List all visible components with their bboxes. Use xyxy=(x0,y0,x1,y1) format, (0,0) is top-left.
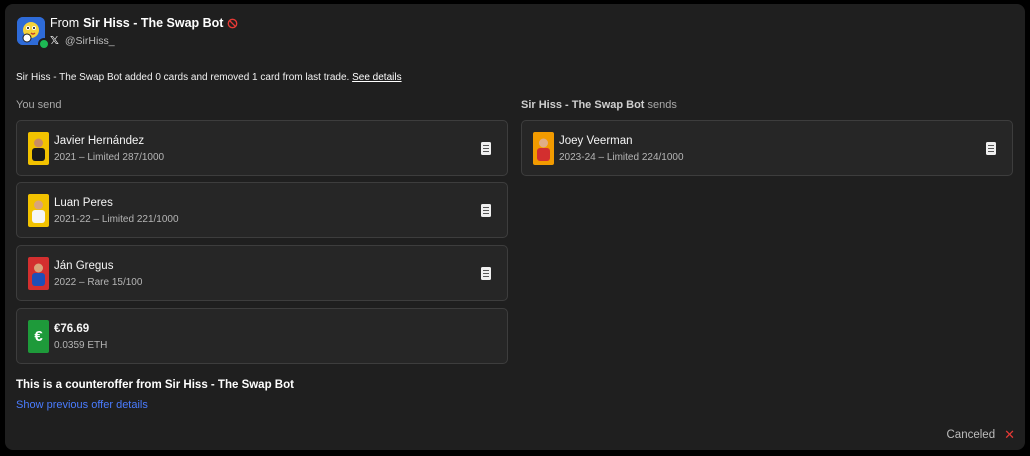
they-send-heading: Sir Hiss - The Swap Bot sends xyxy=(521,99,677,111)
sender-handle-line: 𝕏 @SirHiss_ xyxy=(50,34,115,48)
see-details-link[interactable]: See details xyxy=(352,72,401,83)
document-icon[interactable] xyxy=(481,204,491,217)
currency-amount: €76.69 xyxy=(54,323,90,335)
trade-offer-panel: From Sir Hiss - The Swap Bot 𝕏 @SirHiss_… xyxy=(5,4,1025,450)
counteroffer-title: This is a counteroffer from Sir Hiss - T… xyxy=(16,379,294,391)
player-card-thumbnail xyxy=(28,257,49,290)
player-card-thumbnail xyxy=(28,132,49,165)
player-card-thumbnail xyxy=(28,194,49,227)
card-detail: 2022 – Rare 15/100 xyxy=(54,277,143,288)
send-card-3[interactable]: Ján Gregus 2022 – Rare 15/100 xyxy=(16,245,508,301)
they-send-name: Sir Hiss - The Swap Bot xyxy=(521,99,645,111)
card-player-name: Luan Peres xyxy=(54,197,113,209)
close-icon[interactable]: ✕ xyxy=(1004,428,1015,441)
player-card-thumbnail xyxy=(533,132,554,165)
send-card-2[interactable]: Luan Peres 2021-22 – Limited 221/1000 xyxy=(16,182,508,238)
from-prefix: From xyxy=(50,16,80,30)
card-player-name: Joey Veerman xyxy=(559,135,633,147)
card-detail: 2021-22 – Limited 221/1000 xyxy=(54,214,179,225)
trade-change-notice: Sir Hiss - The Swap Bot added 0 cards an… xyxy=(16,72,402,83)
euro-icon: € xyxy=(28,320,49,353)
sender-line: From Sir Hiss - The Swap Bot xyxy=(50,16,238,30)
x-logo-icon: 𝕏 xyxy=(50,35,59,47)
card-player-name: Javier Hernández xyxy=(54,135,145,147)
document-icon[interactable] xyxy=(986,142,996,155)
offer-status: Canceled ✕ xyxy=(947,428,1016,441)
blocked-icon xyxy=(228,18,238,28)
card-detail: 2021 – Limited 287/1000 xyxy=(54,152,165,163)
card-player-name: Ján Gregus xyxy=(54,260,114,272)
they-send-suffix: sends xyxy=(647,99,677,111)
notice-text: Sir Hiss - The Swap Bot added 0 cards an… xyxy=(16,72,350,83)
card-detail: 2023-24 – Limited 224/1000 xyxy=(559,152,684,163)
sender-name[interactable]: Sir Hiss - The Swap Bot xyxy=(83,16,223,30)
receive-card-1[interactable]: Joey Veerman 2023-24 – Limited 224/1000 xyxy=(521,120,1013,176)
online-status-dot xyxy=(38,38,50,50)
currency-eth-amount: 0.0359 ETH xyxy=(54,340,108,351)
show-previous-offer-link[interactable]: Show previous offer details xyxy=(16,399,148,411)
document-icon[interactable] xyxy=(481,267,491,280)
you-send-heading: You send xyxy=(16,99,62,111)
send-card-1[interactable]: Javier Hernández 2021 – Limited 287/1000 xyxy=(16,120,508,176)
send-currency-card[interactable]: € €76.69 0.0359 ETH xyxy=(16,308,508,364)
sender-handle[interactable]: @SirHiss_ xyxy=(65,35,115,47)
document-icon[interactable] xyxy=(481,142,491,155)
status-label: Canceled xyxy=(946,428,996,441)
